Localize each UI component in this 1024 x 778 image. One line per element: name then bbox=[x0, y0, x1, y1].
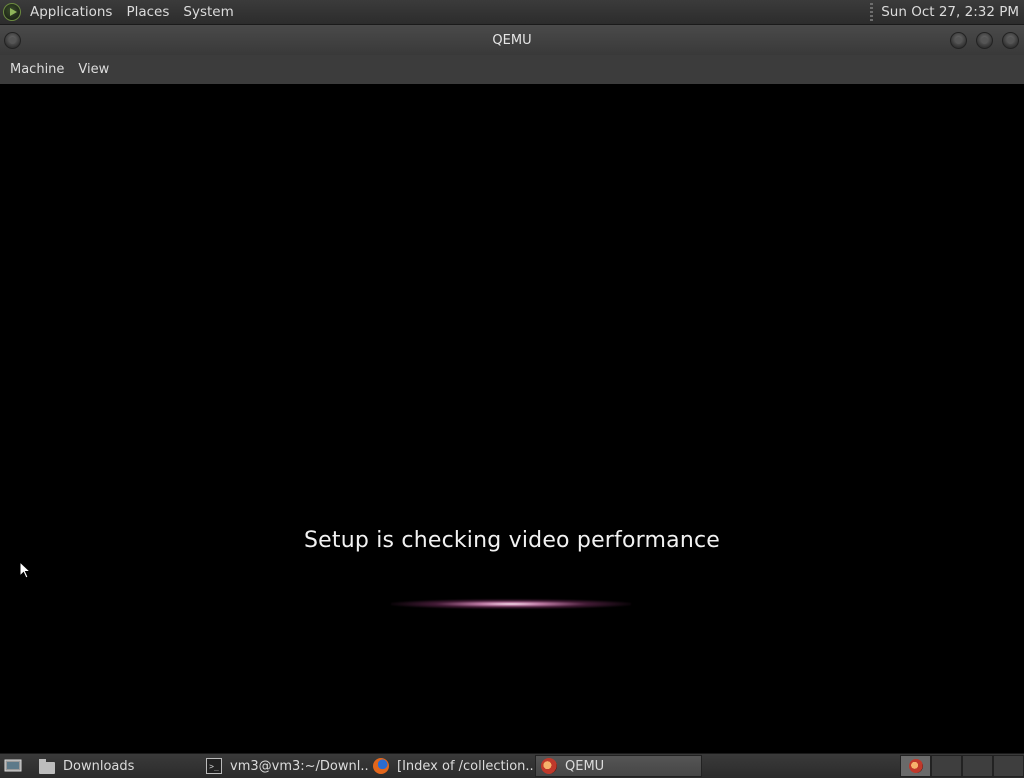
task-label: QEMU bbox=[565, 758, 605, 774]
close-icon[interactable] bbox=[1002, 32, 1019, 49]
terminal-icon: >_ bbox=[206, 758, 222, 774]
firefox-icon bbox=[373, 758, 389, 774]
setup-status-message: Setup is checking video performance bbox=[304, 528, 720, 553]
qemu-icon bbox=[908, 759, 923, 773]
show-desktop-icon[interactable] bbox=[2, 755, 24, 777]
clock[interactable]: Sun Oct 27, 2:32 PM bbox=[881, 4, 1024, 20]
panel-separator bbox=[870, 3, 874, 21]
vm-display[interactable]: Setup is checking video performance bbox=[1, 84, 1023, 753]
qemu-icon bbox=[541, 758, 557, 774]
window-titlebar[interactable]: QEMU bbox=[0, 25, 1024, 55]
workspace-4[interactable] bbox=[993, 755, 1024, 777]
bottom-taskbar: Downloads >_ vm3@vm3:~/Downl... [Index o… bbox=[0, 753, 1024, 778]
minimize-icon[interactable] bbox=[950, 32, 967, 49]
window-title: QEMU bbox=[492, 32, 532, 48]
maximize-icon[interactable] bbox=[976, 32, 993, 49]
system-menu[interactable]: System bbox=[176, 0, 240, 25]
task-firefox[interactable]: [Index of /collection... bbox=[368, 755, 535, 777]
top-panel: Applications Places System Sun Oct 27, 2… bbox=[0, 0, 1024, 25]
progress-glow bbox=[391, 599, 631, 609]
view-menu[interactable]: View bbox=[71, 62, 116, 77]
places-menu[interactable]: Places bbox=[119, 0, 176, 25]
mouse-cursor-icon bbox=[19, 561, 31, 579]
machine-menu[interactable]: Machine bbox=[3, 62, 71, 77]
task-label: vm3@vm3:~/Downl... bbox=[230, 758, 368, 774]
workspace-3[interactable] bbox=[962, 755, 993, 777]
window-menu-icon[interactable] bbox=[4, 32, 21, 49]
workspace-switcher bbox=[900, 755, 1024, 777]
workspace-2[interactable] bbox=[931, 755, 962, 777]
applications-menu[interactable]: Applications bbox=[23, 0, 119, 25]
task-terminal[interactable]: >_ vm3@vm3:~/Downl... bbox=[201, 755, 368, 777]
task-label: Downloads bbox=[63, 758, 135, 774]
task-downloads[interactable]: Downloads bbox=[34, 755, 201, 777]
qemu-menubar: Machine View bbox=[0, 55, 1024, 84]
folder-icon bbox=[39, 758, 55, 774]
workspace-1[interactable] bbox=[900, 755, 931, 777]
applications-logo-icon[interactable] bbox=[3, 3, 21, 21]
task-qemu[interactable]: QEMU bbox=[535, 755, 702, 777]
task-label: [Index of /collection... bbox=[397, 758, 535, 774]
